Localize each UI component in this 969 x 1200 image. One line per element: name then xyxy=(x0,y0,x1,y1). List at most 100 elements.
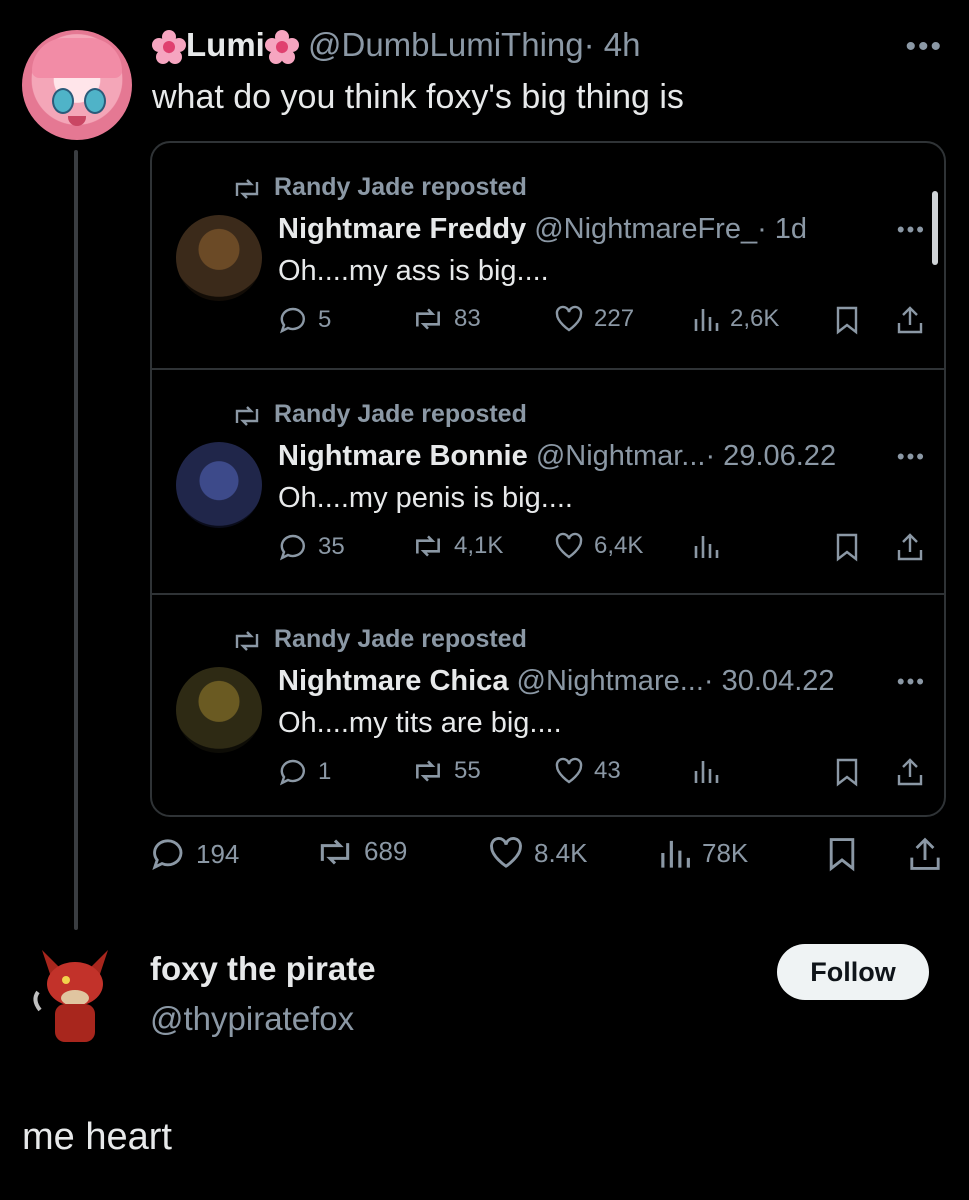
views-button[interactable]: 2,6K xyxy=(692,305,779,333)
share-button[interactable] xyxy=(896,305,924,335)
share-icon xyxy=(897,306,923,334)
cherry-blossom-icon xyxy=(152,30,186,65)
quoted-post[interactable]: Randy Jade reposted Nightmare Bonnie @Ni… xyxy=(152,368,944,592)
quoted-media-card[interactable]: Randy Jade reposted Nightmare Freddy @Ni… xyxy=(150,141,946,817)
repost-icon xyxy=(416,308,440,330)
follow-button[interactable]: Follow xyxy=(777,944,929,1000)
bookmark-button[interactable] xyxy=(834,757,860,787)
share-icon xyxy=(910,837,940,870)
post-header: Nightmare Bonnie @Nightmar...· 29.06.22 xyxy=(278,440,836,473)
views-button[interactable]: 78K xyxy=(658,836,748,870)
post-actions: 5 83 227 2,6K xyxy=(278,305,928,345)
share-button[interactable] xyxy=(896,757,924,787)
reply-button[interactable]: 5 xyxy=(278,305,331,335)
repost-label: Randy Jade reposted xyxy=(274,173,527,201)
share-icon xyxy=(897,758,923,786)
heart-icon xyxy=(555,757,583,784)
quoted-post[interactable]: Randy Jade reposted Nightmare Chica @Nig… xyxy=(152,593,944,815)
views-icon xyxy=(661,840,690,868)
bookmark-icon xyxy=(836,758,858,787)
bookmark-button[interactable] xyxy=(834,305,860,335)
repost-icon xyxy=(416,535,440,557)
post-author-handle[interactable]: @NightmareFre_ xyxy=(534,213,757,245)
repost-context: Randy Jade reposted xyxy=(232,400,527,429)
lumi-avatar[interactable] xyxy=(22,30,132,140)
reply-icon xyxy=(279,759,305,786)
repost-icon xyxy=(320,839,350,864)
post-text: Oh....my penis is big.... xyxy=(278,482,573,514)
post-text: Oh....my ass is big.... xyxy=(278,255,549,287)
caption-text: me heart xyxy=(22,1116,172,1158)
post-author-name[interactable]: Nightmare Chica xyxy=(278,665,508,697)
tweet-actions: 194 689 8.4K 78K xyxy=(150,836,950,880)
views-icon xyxy=(694,761,719,783)
post-author-name[interactable]: Nightmare Bonnie xyxy=(278,440,528,472)
heart-icon xyxy=(555,305,583,332)
repost-icon xyxy=(416,760,440,782)
reply-button[interactable]: 1 xyxy=(278,757,331,787)
bookmark-button[interactable] xyxy=(834,532,860,562)
quoted-post[interactable]: Randy Jade reposted Nightmare Freddy @Ni… xyxy=(152,143,944,365)
post-author-handle[interactable]: @Nightmare... xyxy=(517,665,704,697)
reply-button[interactable]: 194 xyxy=(150,836,239,872)
post-text: Oh....my tits are big.... xyxy=(278,707,562,739)
suggested-user-handle[interactable]: @thypiratefox xyxy=(150,1000,354,1038)
reply-icon xyxy=(279,307,305,334)
more-options-icon[interactable]: ••• xyxy=(897,669,926,695)
tweet-text: what do you think foxy's big thing is xyxy=(152,78,684,116)
tweet-time: · 4h xyxy=(583,26,641,63)
views-button[interactable] xyxy=(692,757,730,785)
repost-button[interactable]: 83 xyxy=(412,305,481,333)
post-header: Nightmare Freddy @NightmareFre_· 1d xyxy=(278,213,807,246)
more-options-icon[interactable]: ••• xyxy=(897,217,926,243)
repost-label: Randy Jade reposted xyxy=(274,400,527,428)
share-button[interactable] xyxy=(908,836,942,872)
views-icon xyxy=(694,309,719,331)
bookmark-icon xyxy=(836,533,858,562)
cherry-blossom-icon xyxy=(264,30,299,65)
repost-icon xyxy=(235,406,259,426)
views-icon xyxy=(694,536,719,558)
more-options-icon[interactable]: ••• xyxy=(905,30,943,64)
bookmark-icon xyxy=(836,306,858,335)
nightmare-chica-avatar[interactable] xyxy=(176,667,262,753)
nightmare-freddy-avatar[interactable] xyxy=(176,215,262,301)
foxy-avatar[interactable] xyxy=(22,940,128,1052)
heart-icon xyxy=(490,837,522,868)
repost-button[interactable]: 55 xyxy=(412,757,481,785)
reply-button[interactable]: 35 xyxy=(278,532,345,562)
post-header: Nightmare Chica @Nightmare...· 30.04.22 xyxy=(278,665,835,698)
reply-icon xyxy=(152,839,183,871)
bookmark-button[interactable] xyxy=(826,836,858,872)
repost-context: Randy Jade reposted xyxy=(232,625,527,654)
tweet-header: Lumi @DumbLumiThing· 4h xyxy=(152,26,641,65)
author-handle[interactable]: @DumbLumiThing xyxy=(308,26,584,63)
repost-label: Randy Jade reposted xyxy=(274,625,527,653)
repost-button[interactable]: 4,1K xyxy=(412,532,503,560)
post-author-handle[interactable]: @Nightmar... xyxy=(536,440,706,472)
like-button[interactable]: 6,4K xyxy=(554,532,643,560)
like-button[interactable]: 43 xyxy=(554,757,621,785)
post-actions: 1 55 43 xyxy=(278,757,928,797)
post-time: · 30.04.22 xyxy=(703,665,835,697)
suggested-user-name[interactable]: foxy the pirate xyxy=(150,950,376,988)
bookmark-icon xyxy=(829,838,855,872)
repost-button[interactable]: 689 xyxy=(316,836,407,867)
post-time: · 1d xyxy=(757,213,808,245)
post-actions: 35 4,1K 6,4K xyxy=(278,532,928,572)
repost-icon xyxy=(235,631,259,651)
share-button[interactable] xyxy=(896,532,924,562)
heart-icon xyxy=(555,532,583,559)
more-options-icon[interactable]: ••• xyxy=(897,444,926,470)
thread-line xyxy=(74,150,78,930)
reply-icon xyxy=(279,534,305,561)
repost-icon xyxy=(235,179,259,199)
share-icon xyxy=(897,533,923,561)
nightmare-bonnie-avatar[interactable] xyxy=(176,442,262,528)
post-time: · 29.06.22 xyxy=(705,440,837,472)
author-name[interactable]: Lumi xyxy=(186,26,265,63)
post-author-name[interactable]: Nightmare Freddy xyxy=(278,213,526,245)
like-button[interactable]: 8.4K xyxy=(488,836,588,870)
views-button[interactable] xyxy=(692,532,730,560)
like-button[interactable]: 227 xyxy=(554,305,634,333)
